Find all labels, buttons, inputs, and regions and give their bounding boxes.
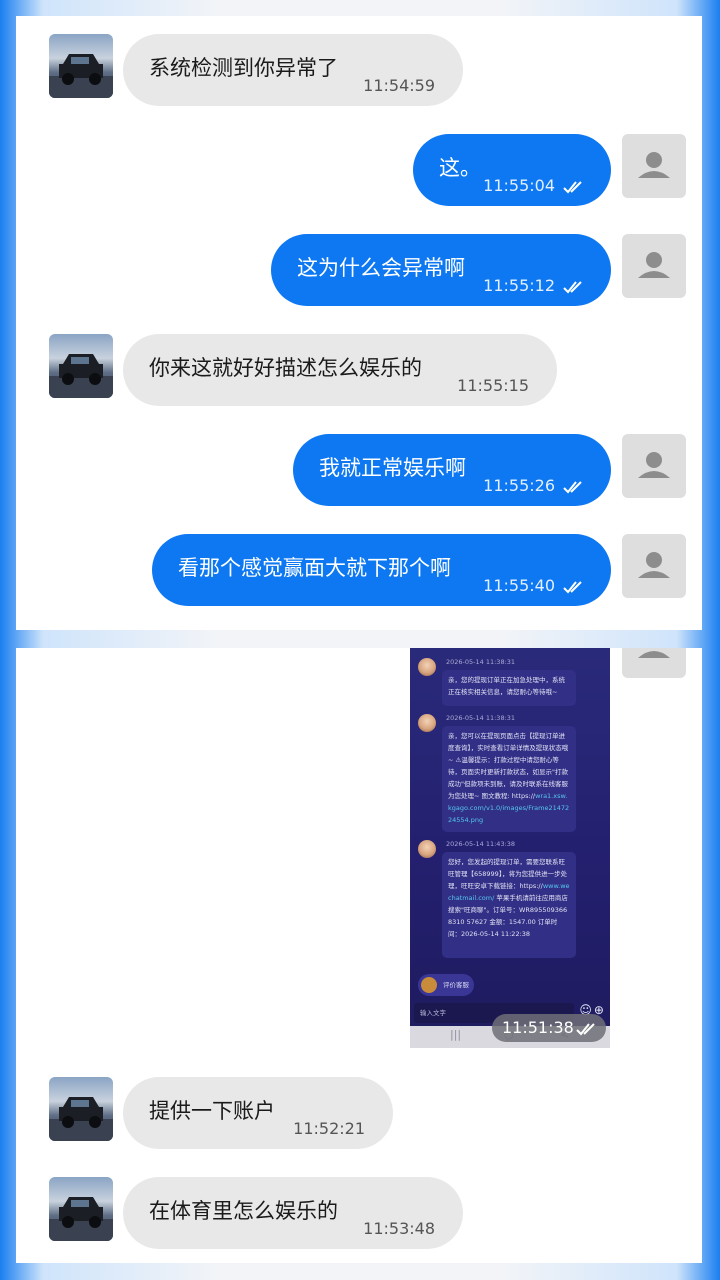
message-text: 我就正常娱乐啊 — [319, 456, 466, 480]
chat-panel-top: 系统检测到你异常了 11:54:59 这。 11:55:04 这为什么会异常啊 … — [16, 16, 702, 630]
agent-avatar — [418, 840, 436, 858]
agent-message: 您好，您发起的提现订单，需要您联系旺旺管理【658999】，将为您提供进一步处理… — [442, 852, 576, 958]
timestamp: 2026-05-14 11:38:31 — [446, 714, 516, 722]
double-check-icon — [563, 481, 582, 494]
person-icon — [638, 552, 670, 578]
person-icon — [638, 452, 670, 478]
car-photo-icon — [49, 1097, 113, 1141]
agent-avatar — [418, 714, 436, 732]
image-time-overlay: 11:51:38 — [492, 1014, 606, 1042]
message-time: 11:52:21 — [293, 1119, 365, 1138]
contact-avatar[interactable] — [49, 1077, 113, 1141]
timestamp: 2026-05-14 11:43:38 — [446, 840, 516, 848]
message-time: 11:51:38 — [502, 1018, 574, 1037]
user-avatar[interactable] — [622, 134, 686, 198]
message-time: 11:54:59 — [363, 76, 435, 95]
message-text: 亲，您可以在提现页面点击【提现订单进度查询】，实时查看订单详情及提现状态哦~ ⚠… — [448, 732, 569, 800]
message-text: 你来这就好好描述怎么娱乐的 — [149, 356, 422, 380]
user-avatar[interactable] — [622, 534, 686, 598]
car-photo-icon — [49, 54, 113, 98]
agent-message: 亲，您的提现订单正在加急处理中，系统正在核实相关信息，请您耐心等待哦~ — [442, 670, 576, 706]
contact-avatar[interactable] — [49, 334, 113, 398]
rate-agent-button[interactable]: 评价客服 — [418, 974, 474, 996]
rate-icon — [421, 977, 437, 993]
chat-panel-bottom: 2026-05-14 11:38:31 亲，您的提现订单正在加急处理中，系统正在… — [16, 648, 702, 1263]
person-icon — [638, 651, 670, 658]
message-time: 11:55:26 — [483, 476, 555, 495]
message-text: 这。 — [439, 156, 481, 180]
agent-message: 亲，您可以在提现页面点击【提现订单进度查询】，实时查看订单详情及提现状态哦~ ⚠… — [442, 726, 576, 832]
message-text: 在体育里怎么娱乐的 — [149, 1199, 338, 1223]
message-time: 11:55:40 — [483, 576, 555, 595]
message-time: 11:55:12 — [483, 276, 555, 295]
recents-icon[interactable]: ||| — [450, 1028, 461, 1041]
message-bubble-outgoing[interactable]: 看那个感觉赢面大就下那个啊 11:55:40 — [152, 534, 611, 606]
car-photo-icon — [49, 354, 113, 398]
user-avatar[interactable] — [622, 648, 686, 678]
message-bubble-outgoing[interactable]: 这。 11:55:04 — [413, 134, 611, 206]
message-time: 11:55:04 — [483, 176, 555, 195]
timestamp: 2026-05-14 11:38:31 — [446, 658, 516, 666]
message-text: 这为什么会异常啊 — [297, 256, 465, 280]
message-bubble-incoming[interactable]: 系统检测到你异常了 11:54:59 — [123, 34, 463, 106]
message-text: 看那个感觉赢面大就下那个啊 — [178, 556, 451, 580]
message-bubble-incoming[interactable]: 在体育里怎么娱乐的 11:53:48 — [123, 1177, 463, 1249]
double-check-icon — [563, 581, 582, 594]
person-icon — [638, 152, 670, 178]
message-text: 系统检测到你异常了 — [149, 56, 338, 80]
user-avatar[interactable] — [622, 234, 686, 298]
agent-avatar — [418, 658, 436, 676]
message-bubble-outgoing[interactable]: 我就正常娱乐啊 11:55:26 — [293, 434, 611, 506]
message-bubble-incoming[interactable]: 你来这就好好描述怎么娱乐的 11:55:15 — [123, 334, 557, 406]
double-check-icon — [563, 181, 582, 194]
double-check-icon — [576, 1023, 595, 1036]
contact-avatar[interactable] — [49, 34, 113, 98]
contact-avatar[interactable] — [49, 1177, 113, 1241]
person-icon — [638, 252, 670, 278]
user-avatar[interactable] — [622, 434, 686, 498]
message-bubble-incoming[interactable]: 提供一下账户 11:52:21 — [123, 1077, 393, 1149]
message-time: 11:55:15 — [457, 376, 529, 395]
screenshot-image-message[interactable]: 2026-05-14 11:38:31 亲，您的提现订单正在加急处理中，系统正在… — [410, 648, 610, 1048]
message-time: 11:53:48 — [363, 1219, 435, 1238]
double-check-icon — [563, 281, 582, 294]
message-bubble-outgoing[interactable]: 这为什么会异常啊 11:55:12 — [271, 234, 611, 306]
rate-label: 评价客服 — [443, 981, 469, 989]
car-photo-icon — [49, 1197, 113, 1241]
message-text: 提供一下账户 — [149, 1099, 275, 1123]
